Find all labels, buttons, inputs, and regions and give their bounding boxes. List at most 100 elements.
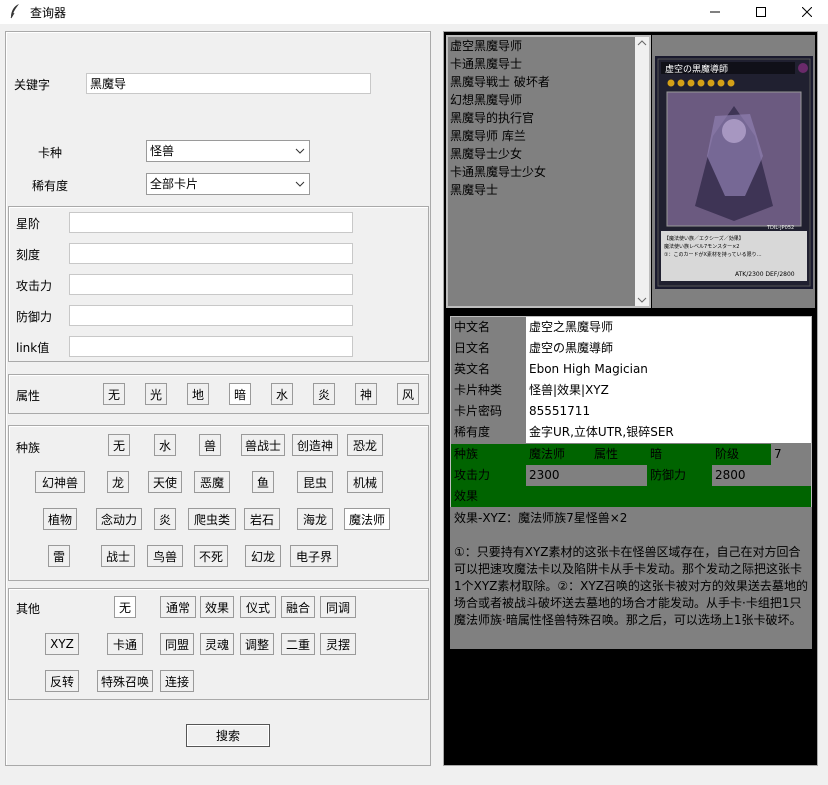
attribute-label: 属性 xyxy=(16,389,41,403)
info-rarity-value: 金字UR,立体UTR,银碎SER xyxy=(526,422,811,443)
effect-text: 效果-XYZ：魔法师族7星怪兽×2 ①：只要持有XYZ素材的这张卡在怪兽区域存在… xyxy=(450,507,812,649)
other-option[interactable]: 无 xyxy=(114,596,136,618)
list-item[interactable]: 幻想黑魔导师 xyxy=(448,91,649,109)
list-item[interactable]: 黑魔导戦士 破坏者 xyxy=(448,73,649,91)
other-option[interactable]: 连接 xyxy=(160,670,194,692)
other-option[interactable]: 调整 xyxy=(240,633,274,655)
close-button[interactable] xyxy=(784,0,828,24)
list-item[interactable]: 卡通黑魔导士 xyxy=(448,55,649,73)
def-input[interactable] xyxy=(69,305,353,326)
race-option[interactable]: 雷 xyxy=(48,545,70,567)
other-option[interactable]: 特殊召唤 xyxy=(97,670,153,692)
scroll-down-icon[interactable] xyxy=(637,296,647,304)
race-option[interactable]: 兽战士 xyxy=(241,434,285,456)
race-option[interactable]: 炎 xyxy=(154,508,176,530)
keyword-input[interactable]: 黑魔导 xyxy=(86,73,371,94)
other-label: 其他 xyxy=(16,602,41,616)
other-option[interactable]: 二重 xyxy=(281,633,315,655)
card-image-area: 虚空の黒魔導師 【魔法使い族／エクシーズ／効果】 魔法使い族レベル7モンスター×… xyxy=(652,35,815,308)
atk-spacer xyxy=(591,465,647,486)
list-item[interactable]: 卡通黑魔导士少女 xyxy=(448,163,649,181)
race-option[interactable]: 战士 xyxy=(101,545,135,567)
race-option[interactable]: 海龙 xyxy=(297,508,333,530)
attribute-option[interactable]: 光 xyxy=(145,383,167,405)
race-option[interactable]: 兽 xyxy=(199,434,221,456)
attribute-option[interactable]: 地 xyxy=(187,383,209,405)
race-info-value: 魔法师 xyxy=(526,444,591,465)
list-item[interactable]: 黑魔导士 xyxy=(448,181,649,199)
race-option[interactable]: 岩石 xyxy=(244,508,280,530)
race-option[interactable]: 机械 xyxy=(347,471,383,493)
minimize-button[interactable] xyxy=(692,0,738,24)
other-option[interactable]: XYZ xyxy=(45,633,79,655)
card-code: TDIL-JP052 xyxy=(766,225,794,231)
keyword-label: 关键字 xyxy=(14,78,51,92)
race-option[interactable]: 无 xyxy=(108,434,130,456)
atk-input[interactable] xyxy=(69,274,353,295)
search-button[interactable]: 搜索 xyxy=(186,724,270,747)
maximize-button[interactable] xyxy=(738,0,784,24)
other-option[interactable]: 融合 xyxy=(281,596,315,618)
scale-input[interactable] xyxy=(69,243,353,264)
other-option[interactable]: 灵魂 xyxy=(200,633,234,655)
race-option[interactable]: 昆虫 xyxy=(297,471,333,493)
rarity-select[interactable]: 全部卡片 xyxy=(146,173,310,195)
other-option[interactable]: 通常 xyxy=(160,596,196,618)
other-option[interactable]: 同盟 xyxy=(160,633,194,655)
list-item[interactable]: 黑魔导的执行官 xyxy=(448,109,649,127)
race-option[interactable]: 爬虫类 xyxy=(188,508,236,530)
race-option[interactable]: 恶魔 xyxy=(194,471,230,493)
list-item[interactable]: 黑魔导士少女 xyxy=(448,145,649,163)
result-list[interactable]: 虚空黑魔导师 卡通黑魔导士 黑魔导戦士 破坏者 幻想黑魔导师 黑魔导的执行官 黑魔导师 库… xyxy=(446,35,651,308)
other-option[interactable]: 效果 xyxy=(200,596,234,618)
def-info-label: 防御力 xyxy=(647,465,712,486)
chevron-down-icon xyxy=(295,181,305,187)
race-option[interactable]: 鱼 xyxy=(252,471,274,493)
attribute-dark-icon xyxy=(798,63,808,73)
attribute-option[interactable]: 风 xyxy=(397,383,419,405)
attribute-option[interactable]: 炎 xyxy=(313,383,335,405)
en-name-label: 英文名 xyxy=(451,359,526,380)
scale-label: 刻度 xyxy=(16,248,41,262)
card-type-select[interactable]: 怪兽 xyxy=(146,140,310,162)
race-option[interactable]: 植物 xyxy=(43,508,77,530)
svg-text:①：このカードがX素材を持っている限り…: ①：このカードがX素材を持っている限り… xyxy=(664,251,762,258)
other-option[interactable]: 反转 xyxy=(45,670,79,692)
level-input[interactable] xyxy=(69,212,353,233)
race-option[interactable]: 恐龙 xyxy=(347,434,383,456)
race-option[interactable]: 创造神 xyxy=(292,434,338,456)
link-input[interactable] xyxy=(69,336,353,357)
rank-value: 7 xyxy=(771,444,811,465)
other-option[interactable]: 仪式 xyxy=(240,596,276,618)
result-list-scrollbar[interactable] xyxy=(635,37,649,306)
race-option[interactable]: 鸟兽 xyxy=(147,545,183,567)
race-option[interactable]: 龙 xyxy=(107,471,129,493)
race-option[interactable]: 念动力 xyxy=(96,508,142,530)
other-option[interactable]: 灵摆 xyxy=(320,633,356,655)
def-info-value: 2800 xyxy=(712,465,771,486)
list-item[interactable]: 虚空黑魔导师 xyxy=(448,37,649,55)
minimize-icon xyxy=(710,11,720,13)
race-option[interactable]: 天使 xyxy=(148,471,182,493)
attribute-option[interactable]: 神 xyxy=(355,383,377,405)
cn-name-label: 中文名 xyxy=(451,317,526,338)
def-label: 防御力 xyxy=(16,310,53,324)
attribute-option[interactable]: 水 xyxy=(271,383,293,405)
race-option[interactable]: 幻神兽 xyxy=(35,471,85,493)
other-option[interactable]: 同调 xyxy=(320,596,356,618)
link-label: link值 xyxy=(16,341,50,355)
scroll-up-icon[interactable] xyxy=(637,39,647,47)
race-option[interactable]: 幻龙 xyxy=(245,545,281,567)
attribute-option[interactable]: 暗 xyxy=(229,383,251,405)
other-option[interactable]: 卡通 xyxy=(107,633,143,655)
race-option[interactable]: 水 xyxy=(154,434,176,456)
rarity-label: 稀有度 xyxy=(32,179,69,193)
race-option[interactable]: 电子界 xyxy=(290,545,338,567)
list-item[interactable]: 黑魔导师 库兰 xyxy=(448,127,649,145)
atk-info-value: 2300 xyxy=(526,465,591,486)
race-option[interactable]: 魔法师 xyxy=(344,508,390,530)
race-option[interactable]: 不死 xyxy=(194,545,228,567)
chevron-down-icon xyxy=(295,148,305,154)
race-label: 种族 xyxy=(16,441,41,455)
attribute-option[interactable]: 无 xyxy=(103,383,125,405)
